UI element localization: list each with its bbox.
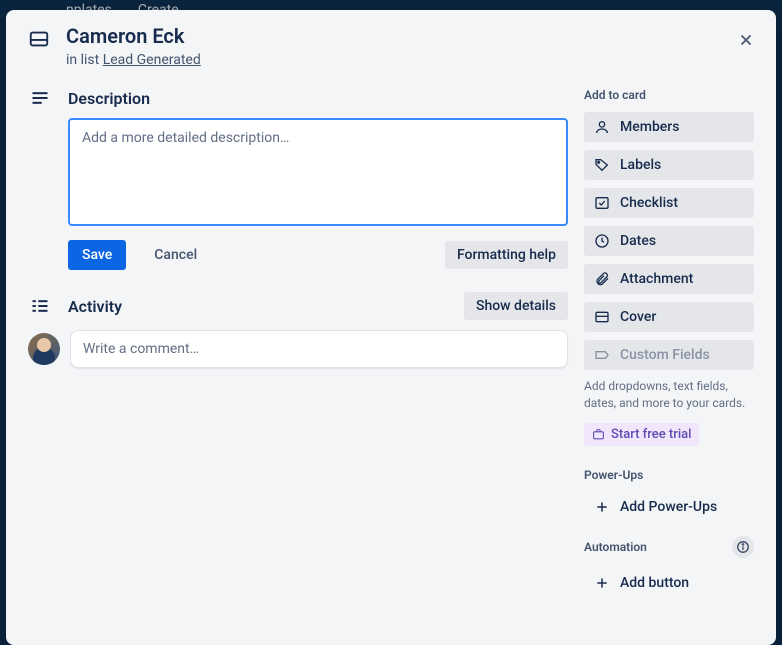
add-to-card-heading: Add to card	[584, 88, 754, 102]
close-button[interactable]	[730, 24, 762, 56]
show-details-button[interactable]: Show details	[464, 292, 568, 320]
activity-icon	[28, 296, 52, 316]
automation-info-button[interactable]	[732, 536, 754, 558]
dates-button[interactable]: Dates	[584, 226, 754, 256]
description-icon	[28, 88, 52, 108]
cover-icon	[594, 309, 610, 325]
close-icon	[737, 31, 755, 49]
comment-input[interactable]: Write a comment…	[70, 330, 568, 368]
attachment-icon	[594, 271, 610, 287]
card-dialog: Cameron Eck in list Lead Generated Descr…	[6, 10, 776, 645]
members-icon	[594, 119, 610, 135]
activity-title: Activity	[68, 297, 122, 316]
plus-icon	[594, 575, 610, 591]
checklist-button[interactable]: Checklist	[584, 188, 754, 218]
labels-button[interactable]: Labels	[584, 150, 754, 180]
add-automation-button[interactable]: Add button	[584, 568, 754, 598]
start-free-trial-button[interactable]: Start free trial	[584, 423, 699, 446]
attachment-button[interactable]: Attachment	[584, 264, 754, 294]
list-link[interactable]: Lead Generated	[103, 52, 201, 68]
custom-fields-note: Add dropdowns, text fields, dates, and m…	[584, 378, 754, 413]
checklist-icon	[594, 195, 610, 211]
custom-fields-button[interactable]: Custom Fields	[584, 340, 754, 370]
labels-icon	[594, 157, 610, 173]
card-title[interactable]: Cameron Eck	[66, 24, 201, 48]
automation-heading: Automation	[584, 540, 647, 554]
briefcase-icon	[592, 428, 605, 441]
info-icon	[736, 540, 750, 554]
card-subline: in list Lead Generated	[66, 52, 201, 68]
description-input[interactable]	[68, 118, 568, 226]
description-title: Description	[68, 89, 150, 108]
avatar[interactable]	[28, 333, 60, 365]
cover-button[interactable]: Cover	[584, 302, 754, 332]
save-button[interactable]: Save	[68, 240, 126, 270]
plus-icon	[594, 499, 610, 515]
card-icon	[28, 28, 50, 54]
formatting-help-button[interactable]: Formatting help	[445, 241, 568, 269]
custom-fields-icon	[594, 347, 610, 363]
dates-icon	[594, 233, 610, 249]
add-power-ups-button[interactable]: Add Power-Ups	[584, 492, 754, 522]
power-ups-heading: Power-Ups	[584, 468, 754, 482]
cancel-button[interactable]: Cancel	[140, 240, 211, 270]
members-button[interactable]: Members	[584, 112, 754, 142]
